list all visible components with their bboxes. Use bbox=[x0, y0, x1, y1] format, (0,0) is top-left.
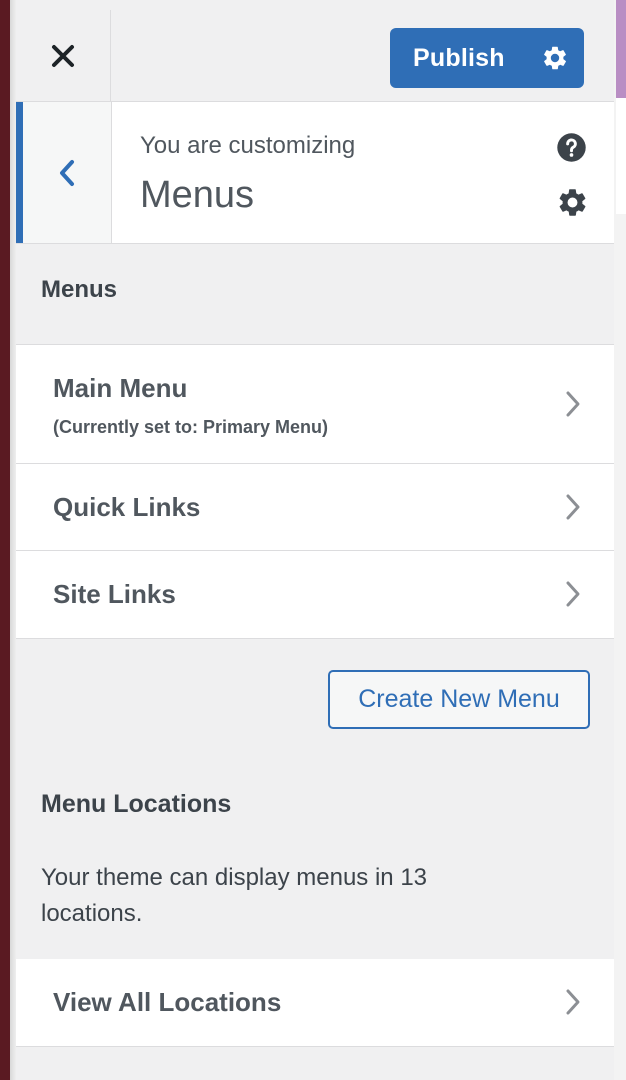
chevron-right-icon bbox=[566, 989, 580, 1015]
gear-icon bbox=[544, 46, 566, 70]
menu-item-sublabel: (Currently set to: Primary Menu) bbox=[53, 417, 329, 437]
chevron-right-icon bbox=[566, 581, 580, 607]
menu-item-label: Site Links bbox=[53, 579, 176, 609]
publish-label: Publish bbox=[413, 43, 505, 72]
view-all-locations-item[interactable]: View All Locations bbox=[16, 959, 614, 1047]
help-icon bbox=[557, 133, 586, 162]
help-button[interactable] bbox=[556, 132, 587, 168]
preview-edge-right bbox=[614, 0, 626, 1080]
customizer-panel: Publish You are customizing Menus Menus … bbox=[16, 0, 614, 1080]
menu-locations-description: Your theme can display menus in 13 locat… bbox=[41, 864, 428, 927]
background-window-edge-left bbox=[0, 0, 16, 1080]
customizing-label: You are customizing bbox=[140, 132, 356, 159]
preview-content bbox=[616, 98, 626, 214]
menu-item-site-links[interactable]: Site Links bbox=[16, 551, 614, 639]
chevron-right-icon bbox=[566, 391, 580, 417]
menus-heading: Menus bbox=[41, 276, 118, 303]
publish-button[interactable]: Publish bbox=[390, 28, 584, 88]
menu-item-quick-links[interactable]: Quick Links bbox=[16, 464, 614, 551]
close-icon bbox=[52, 45, 74, 67]
menu-item-main-menu[interactable]: Main Menu (Currently set to: Primary Men… bbox=[16, 345, 614, 464]
screen-options-button[interactable] bbox=[556, 186, 589, 224]
view-all-locations-label: View All Locations bbox=[53, 987, 282, 1017]
close-button[interactable] bbox=[16, 10, 111, 102]
preview-accent bbox=[616, 0, 626, 98]
create-new-menu-button[interactable]: Create New Menu bbox=[328, 670, 590, 729]
menu-item-label: Quick Links bbox=[53, 492, 201, 522]
chevron-right-icon bbox=[566, 494, 580, 520]
chevron-left-icon bbox=[60, 159, 74, 186]
panel-title: Menus bbox=[140, 174, 255, 216]
customizer-header: Publish bbox=[16, 0, 614, 102]
customizing-info: You are customizing Menus bbox=[16, 102, 614, 244]
gear-icon bbox=[559, 189, 586, 216]
menu-item-label: Main Menu bbox=[53, 373, 188, 403]
back-button[interactable] bbox=[16, 102, 112, 243]
menus-list: Main Menu (Currently set to: Primary Men… bbox=[16, 344, 614, 639]
publish-settings-button[interactable] bbox=[526, 28, 584, 88]
menu-locations-heading: Menu Locations bbox=[41, 790, 232, 818]
